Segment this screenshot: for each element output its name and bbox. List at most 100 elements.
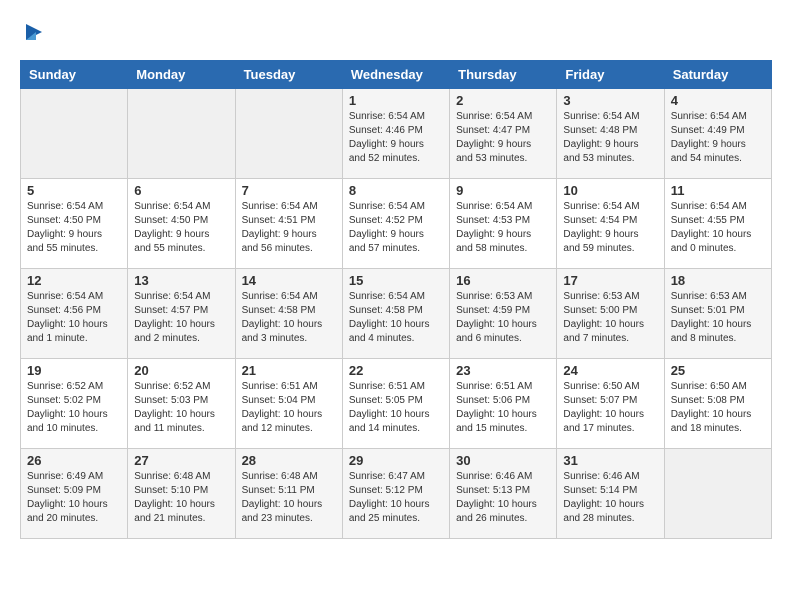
day-number: 13 (134, 273, 228, 288)
calendar-cell: 19 Sunrise: 6:52 AM Sunset: 5:02 PM Dayli… (21, 359, 128, 449)
day-info: Sunrise: 6:49 AM Sunset: 5:09 PM Dayligh… (27, 470, 121, 526)
calendar-cell: 5 Sunrise: 6:54 AM Sunset: 4:50 PM Daylig… (21, 179, 128, 269)
day-number: 23 (456, 363, 550, 378)
weekday-header-saturday: Saturday (664, 61, 771, 89)
calendar-week-row: 12Sunrise: 6:54 AM Sunset: 4:56 PM Dayli… (21, 269, 772, 359)
calendar-cell (664, 449, 771, 539)
weekday-header-row: SundayMondayTuesdayWednesdayThursdayFrid… (21, 61, 772, 89)
day-number: 14 (242, 273, 336, 288)
calendar-cell: 20 Sunrise: 6:52 AM Sunset: 5:03 PM Dayli… (128, 359, 235, 449)
day-info: Sunrise: 6:54 AM Sunset: 4:58 PM Dayligh… (242, 290, 336, 346)
day-number: 18 (671, 273, 765, 288)
calendar-cell: 11 Sunrise: 6:54 AM Sunset: 4:55 PM Dayli… (664, 179, 771, 269)
day-number: 15 (349, 273, 443, 288)
day-number: 30 (456, 453, 550, 468)
day-number: 7 (242, 183, 336, 198)
calendar-cell: 3 Sunrise: 6:54 AM Sunset: 4:48 PM Daylig… (557, 89, 664, 179)
day-info: Sunrise: 6:54 AM Sunset: 4:54 PM Dayligh… (563, 200, 657, 256)
page-header (20, 20, 772, 44)
day-info: Sunrise: 6:51 AM Sunset: 5:04 PM Dayligh… (242, 380, 336, 436)
day-info: Sunrise: 6:51 AM Sunset: 5:05 PM Dayligh… (349, 380, 443, 436)
logo (20, 20, 46, 44)
day-info: Sunrise: 6:53 AM Sunset: 4:59 PM Dayligh… (456, 290, 550, 346)
day-info: Sunrise: 6:54 AM Sunset: 4:58 PM Dayligh… (349, 290, 443, 346)
day-number: 2 (456, 93, 550, 108)
day-info: Sunrise: 6:54 AM Sunset: 4:50 PM Dayligh… (134, 200, 228, 256)
day-info: Sunrise: 6:54 AM Sunset: 4:57 PM Dayligh… (134, 290, 228, 346)
calendar-cell: 10Sunrise: 6:54 AM Sunset: 4:54 PM Dayli… (557, 179, 664, 269)
day-info: Sunrise: 6:50 AM Sunset: 5:07 PM Dayligh… (563, 380, 657, 436)
calendar-cell (235, 89, 342, 179)
day-info: Sunrise: 6:54 AM Sunset: 4:51 PM Dayligh… (242, 200, 336, 256)
day-number: 16 (456, 273, 550, 288)
calendar-cell: 27Sunrise: 6:48 AM Sunset: 5:10 PM Dayli… (128, 449, 235, 539)
calendar-cell: 2 Sunrise: 6:54 AM Sunset: 4:47 PM Daylig… (450, 89, 557, 179)
day-info: Sunrise: 6:54 AM Sunset: 4:49 PM Dayligh… (671, 110, 765, 166)
day-info: Sunrise: 6:54 AM Sunset: 4:53 PM Dayligh… (456, 200, 550, 256)
day-number: 11 (671, 183, 765, 198)
day-number: 6 (134, 183, 228, 198)
day-number: 3 (563, 93, 657, 108)
calendar-cell: 26 Sunrise: 6:49 AM Sunset: 5:09 PM Dayli… (21, 449, 128, 539)
calendar-week-row: 19 Sunrise: 6:52 AM Sunset: 5:02 PM Dayli… (21, 359, 772, 449)
day-info: Sunrise: 6:54 AM Sunset: 4:55 PM Dayligh… (671, 200, 765, 256)
day-number: 31 (563, 453, 657, 468)
calendar-header: SundayMondayTuesdayWednesdayThursdayFrid… (21, 61, 772, 89)
calendar-week-row: 5 Sunrise: 6:54 AM Sunset: 4:50 PM Daylig… (21, 179, 772, 269)
day-number: 24 (563, 363, 657, 378)
day-number: 29 (349, 453, 443, 468)
day-number: 25 (671, 363, 765, 378)
day-number: 8 (349, 183, 443, 198)
calendar-cell: 17Sunrise: 6:53 AM Sunset: 5:00 PM Dayli… (557, 269, 664, 359)
day-info: Sunrise: 6:50 AM Sunset: 5:08 PM Dayligh… (671, 380, 765, 436)
calendar-cell: 12Sunrise: 6:54 AM Sunset: 4:56 PM Dayli… (21, 269, 128, 359)
calendar-cell: 29 Sunrise: 6:47 AM Sunset: 5:12 PM Dayli… (342, 449, 449, 539)
day-info: Sunrise: 6:47 AM Sunset: 5:12 PM Dayligh… (349, 470, 443, 526)
calendar-cell: 6 Sunrise: 6:54 AM Sunset: 4:50 PM Daylig… (128, 179, 235, 269)
weekday-header-monday: Monday (128, 61, 235, 89)
calendar-cell: 4Sunrise: 6:54 AM Sunset: 4:49 PM Daylig… (664, 89, 771, 179)
day-info: Sunrise: 6:54 AM Sunset: 4:52 PM Dayligh… (349, 200, 443, 256)
calendar-week-row: 26 Sunrise: 6:49 AM Sunset: 5:09 PM Dayli… (21, 449, 772, 539)
day-info: Sunrise: 6:54 AM Sunset: 4:48 PM Dayligh… (563, 110, 657, 166)
day-info: Sunrise: 6:51 AM Sunset: 5:06 PM Dayligh… (456, 380, 550, 436)
calendar-cell: 22 Sunrise: 6:51 AM Sunset: 5:05 PM Dayli… (342, 359, 449, 449)
calendar-cell (21, 89, 128, 179)
calendar-cell (128, 89, 235, 179)
day-info: Sunrise: 6:53 AM Sunset: 5:01 PM Dayligh… (671, 290, 765, 346)
day-number: 1 (349, 93, 443, 108)
day-info: Sunrise: 6:48 AM Sunset: 5:11 PM Dayligh… (242, 470, 336, 526)
weekday-header-tuesday: Tuesday (235, 61, 342, 89)
weekday-header-sunday: Sunday (21, 61, 128, 89)
calendar-cell: 9 Sunrise: 6:54 AM Sunset: 4:53 PM Daylig… (450, 179, 557, 269)
calendar-cell: 31 Sunrise: 6:46 AM Sunset: 5:14 PM Dayli… (557, 449, 664, 539)
day-number: 19 (27, 363, 121, 378)
weekday-header-friday: Friday (557, 61, 664, 89)
calendar-cell: 1 Sunrise: 6:54 AM Sunset: 4:46 PM Daylig… (342, 89, 449, 179)
day-info: Sunrise: 6:52 AM Sunset: 5:03 PM Dayligh… (134, 380, 228, 436)
day-number: 22 (349, 363, 443, 378)
calendar-week-row: 1 Sunrise: 6:54 AM Sunset: 4:46 PM Daylig… (21, 89, 772, 179)
calendar-cell: 25 Sunrise: 6:50 AM Sunset: 5:08 PM Dayli… (664, 359, 771, 449)
day-number: 5 (27, 183, 121, 198)
day-info: Sunrise: 6:52 AM Sunset: 5:02 PM Dayligh… (27, 380, 121, 436)
day-info: Sunrise: 6:54 AM Sunset: 4:47 PM Dayligh… (456, 110, 550, 166)
day-number: 26 (27, 453, 121, 468)
day-number: 21 (242, 363, 336, 378)
calendar-cell: 8 Sunrise: 6:54 AM Sunset: 4:52 PM Daylig… (342, 179, 449, 269)
calendar-cell: 16 Sunrise: 6:53 AM Sunset: 4:59 PM Dayli… (450, 269, 557, 359)
day-info: Sunrise: 6:48 AM Sunset: 5:10 PM Dayligh… (134, 470, 228, 526)
day-number: 17 (563, 273, 657, 288)
day-info: Sunrise: 6:54 AM Sunset: 4:50 PM Dayligh… (27, 200, 121, 256)
calendar-cell: 21 Sunrise: 6:51 AM Sunset: 5:04 PM Dayli… (235, 359, 342, 449)
calendar-table: SundayMondayTuesdayWednesdayThursdayFrid… (20, 60, 772, 539)
day-number: 28 (242, 453, 336, 468)
calendar-cell: 28 Sunrise: 6:48 AM Sunset: 5:11 PM Dayli… (235, 449, 342, 539)
day-info: Sunrise: 6:54 AM Sunset: 4:56 PM Dayligh… (27, 290, 121, 346)
day-info: Sunrise: 6:54 AM Sunset: 4:46 PM Dayligh… (349, 110, 443, 166)
day-info: Sunrise: 6:46 AM Sunset: 5:14 PM Dayligh… (563, 470, 657, 526)
calendar-cell: 30Sunrise: 6:46 AM Sunset: 5:13 PM Dayli… (450, 449, 557, 539)
day-number: 9 (456, 183, 550, 198)
day-number: 20 (134, 363, 228, 378)
calendar-cell: 18 Sunrise: 6:53 AM Sunset: 5:01 PM Dayli… (664, 269, 771, 359)
